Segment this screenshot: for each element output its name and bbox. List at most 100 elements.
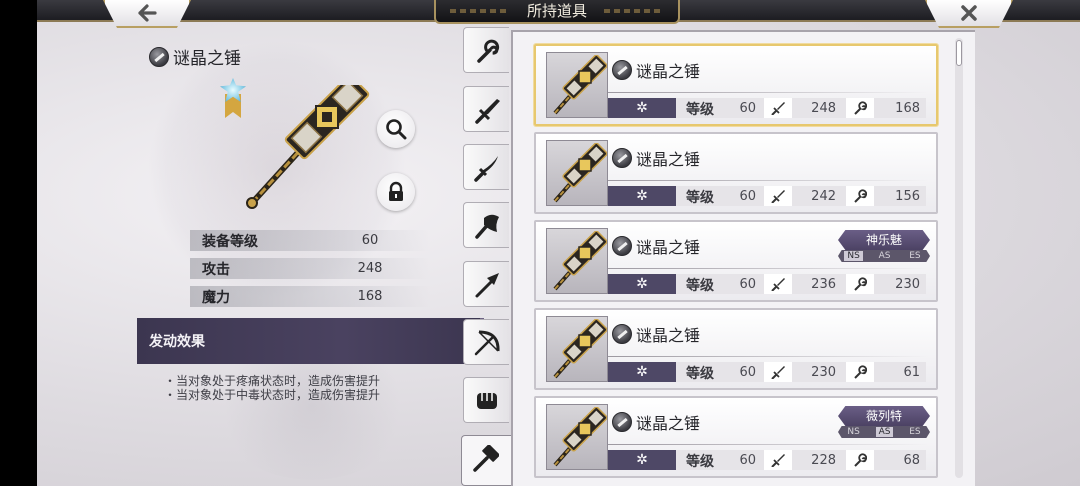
magic-icon <box>846 186 874 206</box>
hammer-thumbnail-icon <box>546 316 608 382</box>
page-title: 所持道具 <box>526 2 587 20</box>
magic-icon <box>846 274 874 294</box>
magnifier-icon <box>386 119 407 140</box>
staff-icon <box>477 39 500 63</box>
element-badge: ✲ <box>608 274 676 294</box>
magic-icon <box>846 450 874 470</box>
item-card-name: 谜晶之锤 <box>636 326 701 345</box>
element-badge: ✲ <box>608 362 676 382</box>
effect-line: ・当对象处于中毒状态时，造成伤害提升 <box>164 388 381 402</box>
shadow-element-icon <box>612 236 632 256</box>
shadow-element-icon <box>612 324 632 344</box>
element-badge: ✲ <box>608 450 676 470</box>
item-card-stats: ✲ 等级 60 228 68 <box>608 450 926 470</box>
close-button[interactable] <box>925 0 1013 28</box>
scrollbar-thumb[interactable] <box>956 40 962 66</box>
lock-button[interactable] <box>377 173 415 211</box>
tab-staff[interactable] <box>463 27 509 73</box>
divider <box>608 180 928 181</box>
level-label: 等级 <box>686 102 714 118</box>
effect-title: 发动效果 <box>149 334 205 350</box>
level-label: 等级 <box>686 278 714 294</box>
level-label: 等级 <box>686 190 714 206</box>
level-value: 60 <box>739 365 756 380</box>
stat-value: 60 <box>361 233 379 248</box>
back-button[interactable] <box>103 0 191 28</box>
title-ornament-left <box>450 9 510 13</box>
magic-value: 230 <box>895 277 920 292</box>
attack-icon <box>764 186 792 206</box>
shadow-element-icon <box>612 412 632 432</box>
item-card[interactable]: 谜晶之锤 ✲ 等级 60 228 68 薇列特 NS AS ES <box>534 396 938 478</box>
item-card[interactable]: 谜晶之锤 ✲ 等级 60 242 156 <box>534 132 938 214</box>
stat-label: 装备等级 <box>202 234 258 250</box>
level-value: 60 <box>739 101 756 116</box>
stat-row-attack: 攻击 248 <box>190 258 430 279</box>
level-value: 60 <box>739 189 756 204</box>
item-card-stats: ✲ 等级 60 230 61 <box>608 362 926 382</box>
app-root: 所持道具 谜晶之锤 装备等级 60 攻击 248 魔力 168 发动效果 ・当对… <box>0 0 1080 486</box>
stat-value: 248 <box>357 261 383 276</box>
level-label: 等级 <box>686 366 714 382</box>
magic-value: 61 <box>903 365 920 380</box>
equipped-by-badge: 神乐魅 <box>838 230 930 250</box>
tab-axe[interactable] <box>463 202 509 248</box>
item-card-stats: ✲ 等级 60 242 156 <box>608 186 926 206</box>
divider <box>608 268 928 269</box>
hammer-thumbnail-icon <box>546 228 608 294</box>
item-card-name: 谜晶之锤 <box>636 238 701 257</box>
level-label: 等级 <box>686 454 714 470</box>
hammer-thumbnail-icon <box>546 140 608 206</box>
tab-katana[interactable] <box>463 144 509 190</box>
attack-icon <box>764 274 792 294</box>
item-card[interactable]: 谜晶之锤 ✲ 等级 60 236 230 神乐魅 NS AS ES <box>534 220 938 302</box>
item-card-title: 谜晶之锤 <box>612 322 700 346</box>
element-badge: ✲ <box>608 98 676 118</box>
attack-value: 242 <box>811 189 836 204</box>
zoom-button[interactable] <box>377 110 415 148</box>
version-tag: AS <box>878 251 891 261</box>
hammer-thumbnail-icon <box>546 404 608 470</box>
item-card-title: 谜晶之锤 <box>612 58 700 82</box>
tab-fist[interactable] <box>463 377 509 423</box>
game-screen: 所持道具 谜晶之锤 装备等级 60 攻击 248 魔力 168 发动效果 ・当对… <box>37 0 1080 486</box>
scrollbar-track[interactable] <box>955 38 963 478</box>
item-title: 谜晶之锤 <box>149 44 241 69</box>
fist-icon <box>477 393 497 409</box>
stat-row-equip-level: 装备等级 60 <box>190 230 430 251</box>
tab-hammer[interactable] <box>461 435 512 486</box>
item-card-name: 谜晶之锤 <box>636 150 701 169</box>
tab-bow[interactable] <box>463 319 509 365</box>
attack-icon <box>764 98 792 118</box>
item-card-stats: ✲ 等级 60 248 168 <box>608 98 926 118</box>
close-icon <box>927 0 1011 28</box>
back-arrow-icon <box>105 0 189 28</box>
shadow-element-icon <box>612 148 632 168</box>
hammer-thumbnail-icon <box>546 52 608 118</box>
item-card-stats: ✲ 等级 60 236 230 <box>608 274 926 294</box>
stat-value: 168 <box>357 289 383 304</box>
tab-sword[interactable] <box>463 86 509 132</box>
version-indicator: NS AS ES <box>838 250 930 262</box>
divider <box>608 356 928 357</box>
version-tag: ES <box>909 427 921 437</box>
version-tag: NS <box>847 427 860 437</box>
tab-spear[interactable] <box>463 261 509 307</box>
item-card[interactable]: 谜晶之锤 ✲ 等级 60 230 61 <box>534 308 938 390</box>
element-badge: ✲ <box>608 186 676 206</box>
version-tag: ES <box>909 251 921 261</box>
item-card[interactable]: 谜晶之锤 ✲ 等级 60 248 168 <box>534 44 938 126</box>
item-name: 谜晶之锤 <box>173 49 241 69</box>
level-value: 60 <box>739 277 756 292</box>
divider <box>608 444 928 445</box>
attack-value: 236 <box>811 277 836 292</box>
equipped-by-badge: 薇列特 <box>838 406 930 426</box>
attack-icon <box>764 362 792 382</box>
hammer-icon <box>473 445 499 472</box>
attack-icon <box>764 450 792 470</box>
sword-icon <box>475 99 500 124</box>
hammer-artwork-icon <box>232 74 382 210</box>
effect-line: ・当对象处于疼痛状态时，造成伤害提升 <box>164 374 381 388</box>
magic-icon <box>846 362 874 382</box>
version-tag: AS <box>875 427 894 437</box>
